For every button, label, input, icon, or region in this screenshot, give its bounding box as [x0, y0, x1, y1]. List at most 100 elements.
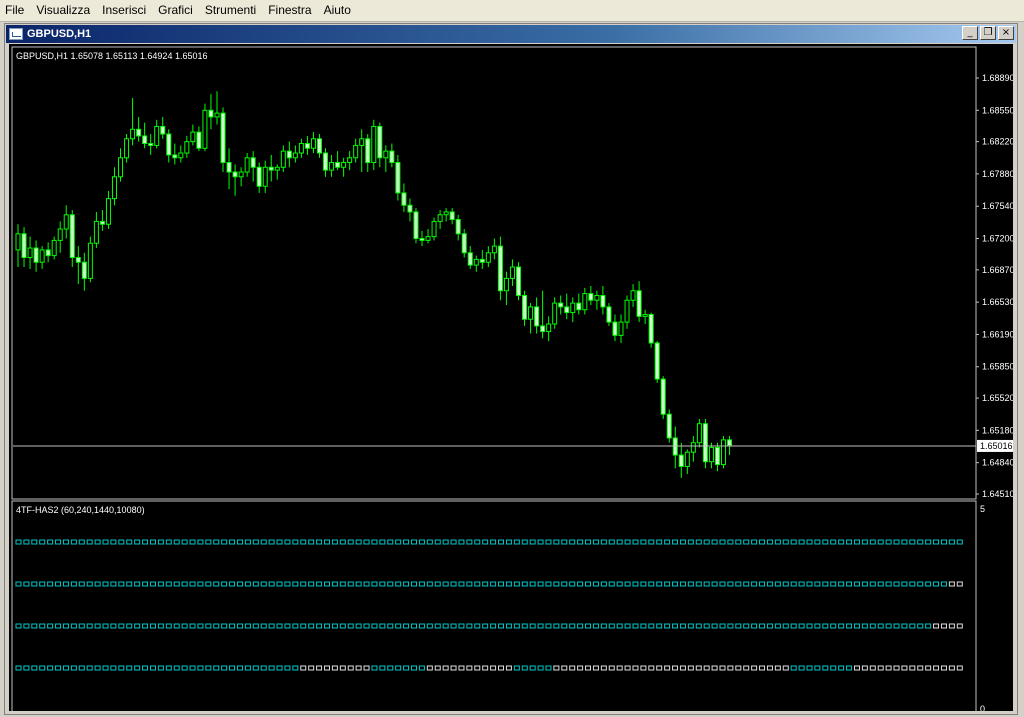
chart-canvas[interactable]: 1.65016 1.68890 1.68550 1.68220 1.67880 1.67… [9, 44, 1015, 716]
bear-candle [407, 204, 413, 213]
price-tick-label: 1.67540 [982, 201, 1013, 211]
indicator-cell-bull [846, 665, 853, 671]
close-button[interactable]: × [998, 26, 1014, 40]
indicator-cell-bull [909, 623, 916, 629]
restore-button[interactable]: ❐ [980, 26, 996, 40]
indicator-cell-bull [648, 539, 655, 545]
indicator-cell-bull [759, 539, 766, 545]
menu-visualizza[interactable]: Visualizza [30, 0, 96, 21]
indicator-cell-bull [925, 623, 932, 629]
indicator-cell-bull [15, 581, 22, 587]
bear-candle [654, 342, 660, 380]
bear-candle [172, 154, 178, 159]
indicator-cell-bear [585, 665, 592, 671]
indicator-cell-bull [236, 665, 243, 671]
indicator-cell-bull [126, 623, 133, 629]
indicator-cell-bull [418, 665, 425, 671]
indicator-cell-bull [838, 581, 845, 587]
indicator-cell-bull [165, 665, 172, 671]
indicator-cell-bull [403, 539, 410, 545]
indicator-cell-bull [925, 581, 932, 587]
bear-candle [612, 321, 618, 336]
indicator-cell-bull [157, 665, 164, 671]
indicator-cell-bull [450, 581, 457, 587]
bear-candle [606, 306, 612, 323]
indicator-cell-bull [830, 665, 837, 671]
menu-finestra[interactable]: Finestra [262, 0, 317, 21]
indicator-cell-bull [39, 581, 46, 587]
indicator-cell-bull [403, 623, 410, 629]
indicator-cell-bear [782, 665, 789, 671]
indicator-cell-bull [316, 623, 323, 629]
indicator-cell-bull [213, 623, 220, 629]
indicator-cell-bull [640, 581, 647, 587]
price-tick-label: 1.64510 [982, 489, 1013, 499]
bear-candle [136, 128, 142, 137]
indicator-cell-bull [39, 623, 46, 629]
bear-candle [166, 133, 172, 156]
indicator-cell-bull [545, 623, 552, 629]
indicator-cell-bull [292, 665, 299, 671]
bear-candle [335, 162, 341, 168]
indicator-cell-bull [474, 581, 481, 587]
indicator-cell-bull [62, 581, 69, 587]
indicator-cell-bull [434, 623, 441, 629]
indicator-cell-bear [339, 665, 346, 671]
indicator-cell-bear [577, 665, 584, 671]
indicator-cell-bull [47, 581, 54, 587]
menu-inserisci[interactable]: Inserisci [96, 0, 152, 21]
indicator-cell-bull [387, 581, 394, 587]
menu-file[interactable]: File [0, 0, 30, 21]
indicator-cell-bull [719, 581, 726, 587]
menu-strumenti[interactable]: Strumenti [199, 0, 262, 21]
indicator-cell-bull [498, 581, 505, 587]
indicator-cell-bull [513, 665, 520, 671]
indicator-cell-bull [861, 581, 868, 587]
indicator-cell-bull [577, 623, 584, 629]
indicator-cell-bull [339, 581, 346, 587]
bull-candle [690, 442, 696, 453]
indicator-cell-bull [292, 623, 299, 629]
bull-candle [329, 162, 335, 171]
indicator-cell-bull [608, 581, 615, 587]
bull-candle [292, 152, 298, 159]
indicator-cell-bull [47, 539, 54, 545]
indicator-cell-bear [940, 623, 947, 629]
indicator-cell-bull [268, 581, 275, 587]
indicator-cell-bull [110, 665, 117, 671]
indicator-cell-bull [529, 581, 536, 587]
indicator-cell-bull [165, 623, 172, 629]
indicator-cell-bull [39, 665, 46, 671]
bear-candle [678, 454, 684, 467]
indicator-cell-bull [189, 539, 196, 545]
bear-candle [600, 294, 606, 308]
bear-candle [540, 325, 546, 333]
bull-candle [202, 109, 208, 149]
indicator-cell-bull [23, 581, 30, 587]
window-titlebar[interactable]: GBPUSD,H1 _ ❐ × [6, 25, 1016, 43]
indicator-cell-bull [917, 581, 924, 587]
indicator-cell-bull [55, 581, 62, 587]
indicator-cell-bull [498, 623, 505, 629]
chart-area[interactable]: 1.65016 1.68890 1.68550 1.68220 1.67880 1.67… [9, 44, 1015, 716]
indicator-cell-bull [411, 665, 417, 671]
menu-aiuto[interactable]: Aiuto [318, 0, 357, 21]
indicator-cell-bull [94, 623, 101, 629]
indicator-title: 4TF-HAS2 (60,240,1440,10080) [16, 505, 145, 515]
price-tick-label: 1.64840 [982, 458, 1013, 468]
minimize-button[interactable]: _ [962, 26, 978, 40]
menu-grafici[interactable]: Grafici [152, 0, 199, 21]
indicator-cell-bull [276, 581, 283, 587]
indicator-cell-bull [189, 581, 196, 587]
bear-candle [75, 257, 81, 263]
bull-candle [15, 233, 21, 251]
indicator-cell-bull [379, 581, 386, 587]
bull-candle [51, 239, 57, 257]
indicator-cell-bull [537, 665, 544, 671]
indicator-cell-bear [877, 665, 884, 671]
bull-candle [552, 302, 558, 325]
indicator-cell-bull [624, 623, 631, 629]
indicator-cell-bull [822, 539, 829, 545]
indicator-cell-bear [434, 665, 441, 671]
indicator-cell-bear [640, 665, 647, 671]
